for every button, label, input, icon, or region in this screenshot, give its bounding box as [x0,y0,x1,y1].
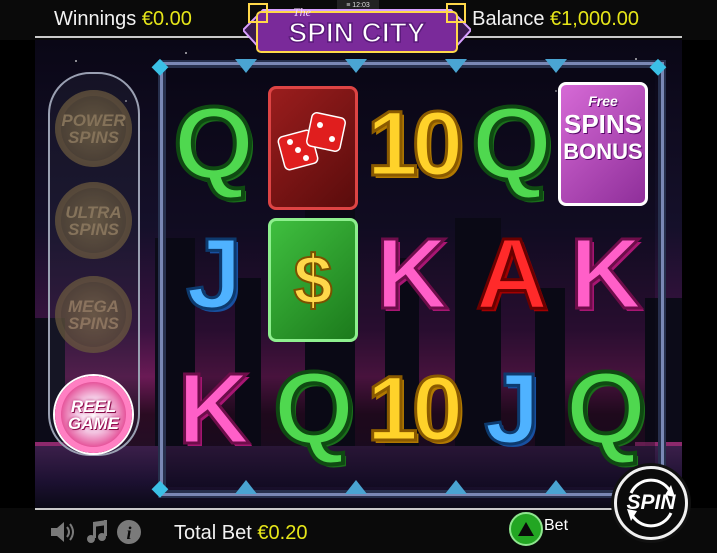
symbol-j: J [185,218,244,330]
spin-button[interactable]: SPIN [614,466,688,540]
total-bet-display: Total Bet €0.20 [174,522,307,545]
feature-line: POWER [61,110,126,130]
winnings-label: Winnings [54,8,137,30]
spin-label: SPIN [626,491,676,514]
feature-ultra-spins[interactable]: ULTRA SPINS [55,182,132,259]
balance-display: Balance €1,000.00 [472,8,639,31]
bonus-spins: SPINS [563,109,643,139]
feature-reel-game[interactable]: REEL GAME [55,376,132,453]
bonus-bonus: BONUS [563,139,643,164]
dice-icon [277,112,346,171]
symbol-q: Q [272,351,357,467]
bonus-free: Free [588,93,618,109]
feature-line: ULTRA [65,202,122,222]
feature-power-spins[interactable]: POWER SPINS [55,90,132,167]
symbol-dice [268,86,358,210]
symbol-q: Q [172,86,257,202]
feature-line: SPINS [67,127,119,147]
feature-line: SPINS [67,219,120,239]
speaker-icon[interactable] [48,518,76,552]
symbol-free-spins-bonus: Free SPINS BONUS [558,82,648,206]
symbol-q: Q [564,351,649,467]
balance-value: €1,000.00 [550,8,639,30]
feature-line: GAME [68,413,119,433]
symbol-k: K [374,218,449,330]
symbol-k: K [568,218,643,330]
feature-line: MEGA [68,296,119,316]
symbol-q: Q [470,86,555,202]
symbol-ten: 10 [365,358,464,461]
frame-corner-icon: ◆ [151,53,169,78]
info-icon[interactable]: i [115,518,143,552]
spin-city-logo: The SPIN CITY [243,3,471,53]
dollar-icon: $ [293,240,334,320]
total-bet-value: €0.20 [257,522,308,544]
frame-corner-icon: ◆ [151,475,169,500]
symbol-j: J [483,353,542,465]
svg-text:i: i [126,523,131,543]
symbol-k: K [176,353,251,465]
feature-line: REEL [70,396,117,416]
bet-up-button[interactable] [509,512,543,546]
logo-title: SPIN CITY [289,17,426,48]
symbol-dollar: $ [268,218,358,342]
feature-mega-spins[interactable]: MEGA SPINS [55,276,132,353]
winnings-display: Winnings €0.00 [54,8,192,31]
winnings-value: €0.00 [141,8,192,30]
frame-corner-icon: ◆ [649,53,667,78]
feature-line: SPINS [67,313,120,333]
total-bet-label: Total Bet [174,522,252,544]
balance-label: Balance [472,8,545,30]
symbol-ten: 10 [365,93,464,196]
symbol-a: A [474,218,549,330]
music-note-icon[interactable] [84,518,112,552]
triangle-up-icon [518,522,534,536]
bet-label: Bet [544,517,569,534]
